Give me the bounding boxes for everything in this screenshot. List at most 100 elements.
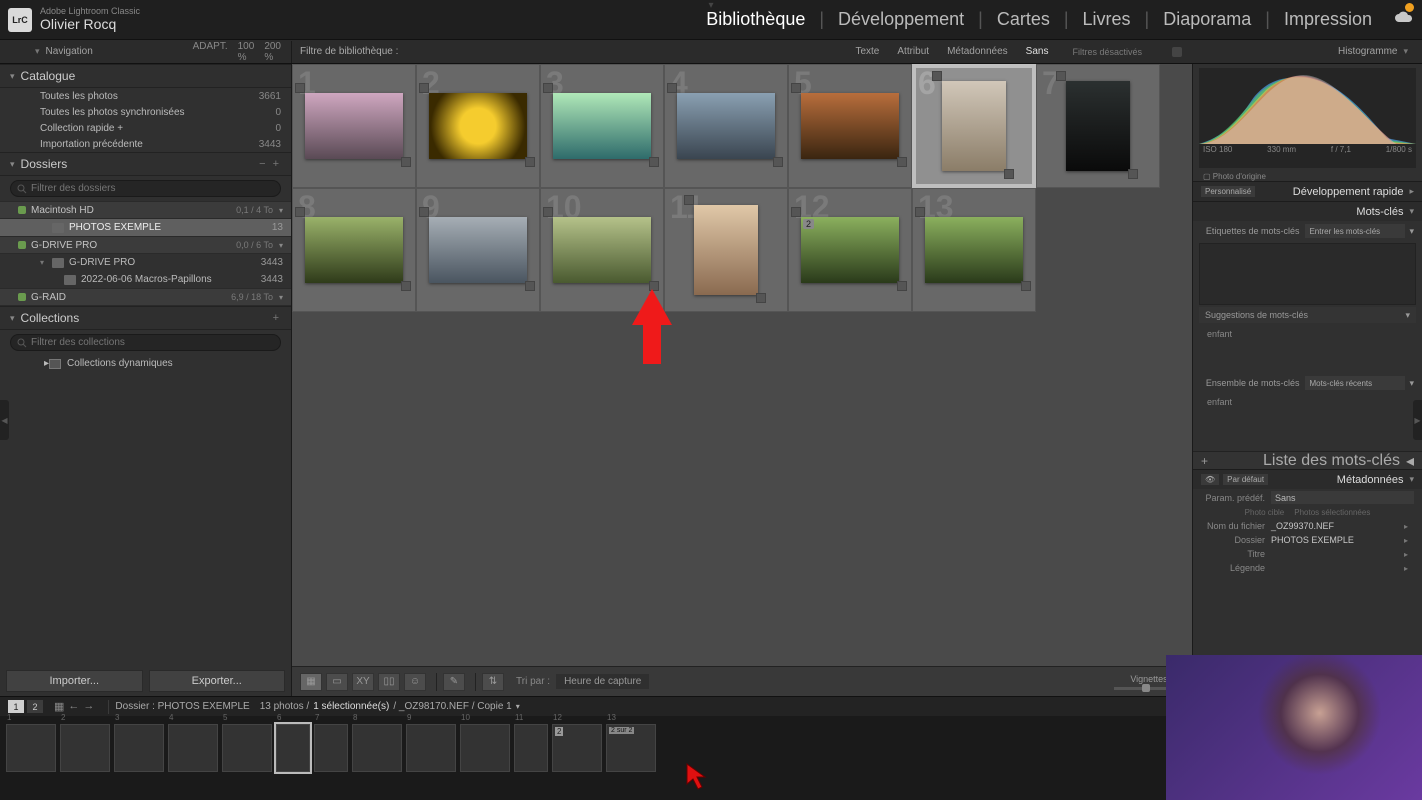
grid-cell[interactable]: 6 (912, 64, 1036, 188)
flag-icon[interactable] (295, 207, 305, 217)
grid-cell[interactable]: 4 (664, 64, 788, 188)
module-impression[interactable]: Impression (1284, 9, 1372, 30)
badge-icon[interactable] (1128, 169, 1138, 179)
filters-disabled-label[interactable]: Filtres désactivés (1066, 47, 1148, 57)
filter-texte[interactable]: Texte (855, 46, 879, 57)
flag-icon[interactable] (1056, 71, 1066, 81)
badge-icon[interactable] (1004, 169, 1014, 179)
zoom-200[interactable]: 200 % (264, 41, 281, 63)
thumbnail[interactable] (925, 217, 1023, 283)
grid-icon[interactable]: ▦ (54, 700, 64, 713)
compare-view-icon[interactable]: XY (352, 673, 374, 691)
grid-cell[interactable]: 5 (788, 64, 912, 188)
keyword-suggestion-chip[interactable]: enfant (1193, 325, 1422, 343)
filmstrip-thumb[interactable]: 10 (460, 724, 510, 772)
module-bibliothèque[interactable]: Bibliothèque (706, 9, 805, 30)
thumbnail[interactable] (429, 93, 527, 159)
grid-cell[interactable]: 9 (416, 188, 540, 312)
thumbnail[interactable] (305, 217, 403, 283)
folder-row[interactable]: 2022-06-06 Macros-Papillons3443 (0, 271, 291, 288)
filmstrip-thumb[interactable]: 132 sur 2 (606, 724, 656, 772)
thumbnail[interactable] (553, 93, 651, 159)
thumbnail[interactable] (694, 205, 758, 295)
flag-icon[interactable] (791, 83, 801, 93)
flag-icon[interactable] (667, 83, 677, 93)
grid-cell[interactable]: 7 (1036, 64, 1160, 188)
export-button[interactable]: Exporter... (149, 670, 286, 692)
original-photo-toggle[interactable]: Photo d'origine (1193, 172, 1422, 181)
keywords-header[interactable]: Mots-clés ▾ (1193, 201, 1422, 221)
filmstrip-thumb[interactable]: 11 (514, 724, 548, 772)
badge-icon[interactable] (897, 157, 907, 167)
flag-icon[interactable] (543, 207, 553, 217)
filmstrip-thumb[interactable]: 4 (168, 724, 218, 772)
filmstrip-thumb[interactable]: 7 (314, 724, 348, 772)
module-diaporama[interactable]: Diaporama (1163, 9, 1251, 30)
badge-icon[interactable] (897, 281, 907, 291)
filmstrip-thumb[interactable]: 9 (406, 724, 456, 772)
keyword-mode-select[interactable]: Entrer les mots-clés (1305, 224, 1405, 238)
collections-search[interactable] (10, 334, 281, 351)
badge-icon[interactable] (401, 281, 411, 291)
folders-ops-icon[interactable]: − + (259, 158, 281, 170)
histogram-title[interactable]: Histogramme (1338, 46, 1397, 57)
grid-cell[interactable]: 11 (664, 188, 788, 312)
thumbnail[interactable] (942, 81, 1006, 171)
keyword-set-select[interactable]: Mots-clés récents (1305, 376, 1405, 390)
thumbnail[interactable] (305, 93, 403, 159)
cloud-sync-icon[interactable] (1386, 9, 1414, 30)
filter-métadonnées[interactable]: Métadonnées (947, 46, 1008, 57)
badge-icon[interactable] (525, 281, 535, 291)
thumbnail[interactable] (429, 217, 527, 283)
collections-search-input[interactable] (31, 337, 274, 348)
preset-pill[interactable]: Personnalisé (1201, 186, 1255, 197)
import-button[interactable]: Importer... (6, 670, 143, 692)
badge-icon[interactable] (401, 157, 411, 167)
flag-icon[interactable] (419, 83, 429, 93)
metadata-header[interactable]: 👁 Par défaut Métadonnées ▾ (1193, 469, 1422, 489)
zoom-100[interactable]: 100 % (238, 41, 255, 63)
collections-header[interactable]: ▾ Collections + (0, 306, 291, 330)
catalog-item[interactable]: Importation précédente3443 (0, 136, 291, 152)
grid-cell[interactable]: 1 (292, 64, 416, 188)
flag-icon[interactable] (419, 207, 429, 217)
filter-sans[interactable]: Sans (1026, 46, 1049, 57)
painter-icon[interactable]: ✎ (443, 673, 465, 691)
folders-search[interactable] (10, 180, 281, 197)
goto-icon[interactable]: ▸ (1404, 536, 1414, 545)
stack-position-badge[interactable]: 2 sur 2 (609, 727, 634, 734)
thumbnail[interactable] (1066, 81, 1130, 171)
folder-row[interactable]: ▾G-DRIVE PRO3443 (0, 254, 291, 271)
grid-view-icon[interactable]: ▦ (300, 673, 322, 691)
flag-icon[interactable] (791, 207, 801, 217)
flag-icon[interactable] (915, 207, 925, 217)
catalog-header[interactable]: ▾ Catalogue (0, 64, 291, 88)
filmstrip-thumb[interactable]: 2 (60, 724, 110, 772)
collapse-left-icon[interactable]: ◀ (0, 400, 9, 440)
filmstrip-thumb[interactable]: 1 (6, 724, 56, 772)
filmstrip-thumb[interactable]: 5 (222, 724, 272, 772)
collections-add-icon[interactable]: + (273, 312, 281, 324)
folders-header[interactable]: ▾ Dossiers − + (0, 152, 291, 176)
sort-field[interactable]: Heure de capture (556, 674, 649, 689)
stack-badge[interactable]: 2 (803, 219, 814, 229)
grid-cell[interactable]: 3 (540, 64, 664, 188)
keyword-suggestions-header[interactable]: Suggestions de mots-clés ▾ (1199, 307, 1416, 323)
badge-icon[interactable] (1021, 281, 1031, 291)
back-icon[interactable]: ← (68, 700, 79, 713)
metadata-preset-select[interactable]: Sans (1271, 491, 1414, 504)
filmstrip-path[interactable]: Dossier : PHOTOS EXEMPLE (115, 701, 249, 712)
goto-icon[interactable]: ▸ (1404, 522, 1414, 531)
lock-icon[interactable] (1172, 47, 1182, 57)
volume-row[interactable]: G-DRIVE PRO0,0 / 6 To▾ (0, 236, 291, 254)
metadata-preset-pill[interactable]: Par défaut (1223, 474, 1268, 485)
filmstrip-thumb[interactable]: 6 (276, 724, 310, 772)
quick-develop-header[interactable]: Personnalisé Développement rapide ▸ (1193, 181, 1422, 201)
navigation-title[interactable]: Navigation (46, 46, 93, 57)
filmstrip-thumb[interactable]: 3 (114, 724, 164, 772)
module-livres[interactable]: Livres (1083, 9, 1131, 30)
keyword-recent-chip[interactable]: enfant (1193, 393, 1422, 411)
goto-icon[interactable]: ▸ (1404, 550, 1414, 559)
thumbnail[interactable] (553, 217, 651, 283)
volume-row[interactable]: Macintosh HD0,1 / 4 To▾ (0, 201, 291, 219)
